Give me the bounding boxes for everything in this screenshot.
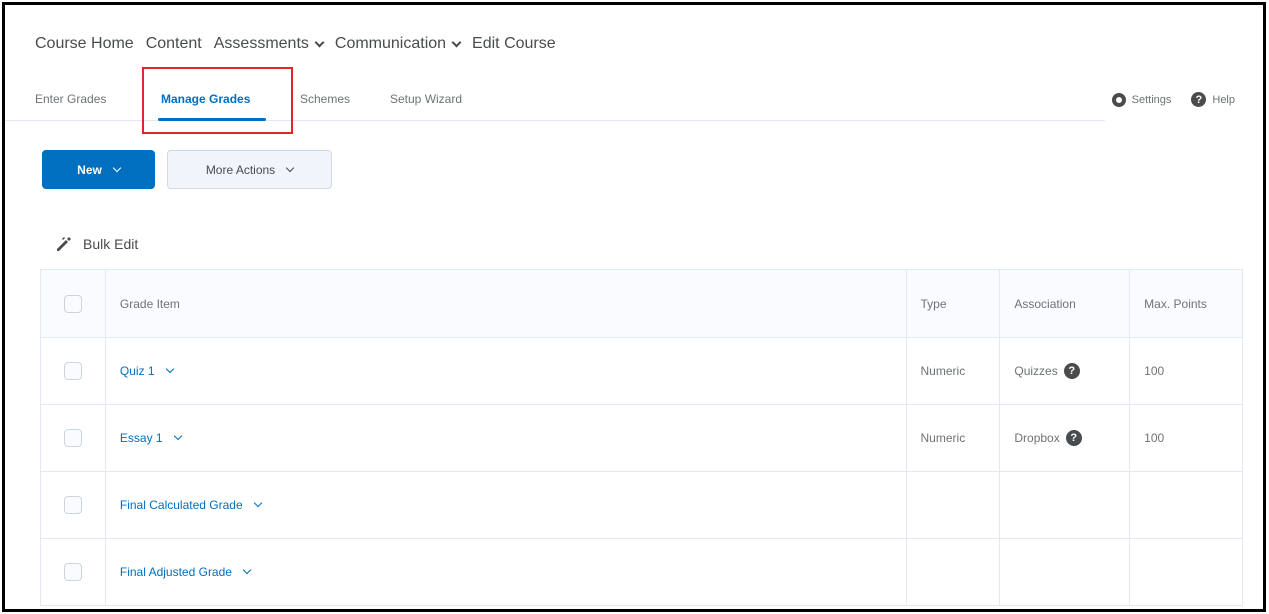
chevron-down-icon[interactable] (242, 565, 252, 575)
max-points-cell: 100 (1129, 338, 1242, 404)
association-cell (999, 539, 1129, 605)
header-association[interactable]: Association (999, 270, 1129, 337)
help-icon[interactable]: ? (1063, 363, 1080, 379)
table-row: Final Adjusted Grade (41, 538, 1242, 605)
table-row: Quiz 1 Numeric Quizzes? 100 (41, 337, 1242, 404)
nav-course-home-label: Course Home (35, 35, 134, 52)
grade-item-name: Quiz 1 (119, 364, 155, 378)
chevron-down-icon[interactable] (165, 364, 174, 374)
settings-button[interactable]: Settings (1111, 92, 1172, 107)
association-cell: Dropbox? (999, 405, 1129, 471)
type-cell (905, 539, 1000, 605)
association-label: Dropbox (1014, 431, 1060, 445)
type-cell (905, 472, 1000, 538)
header-tools: Settings ? Help (1111, 92, 1235, 107)
association-cell (999, 472, 1129, 538)
gear-icon (1111, 92, 1126, 107)
more-actions-button[interactable]: More Actions (167, 150, 332, 189)
grade-item-link[interactable]: Final Adjusted Grade (119, 565, 252, 579)
course-navbar: Course Home Content Assessments Communic… (35, 35, 568, 53)
table-row: Essay 1 Numeric Dropbox? 100 (41, 404, 1242, 471)
chevron-down-icon (285, 163, 295, 172)
association-cell: Quizzes? (999, 338, 1129, 404)
type-cell: Numeric (905, 405, 1000, 471)
help-button[interactable]: ? Help (1191, 92, 1235, 107)
screenshot-frame: Course Home Content Assessments Communic… (2, 2, 1266, 612)
grade-item-link[interactable]: Quiz 1 (119, 364, 174, 378)
highlight-annotation (142, 67, 293, 134)
select-all-cell (41, 270, 105, 337)
more-actions-label: More Actions (205, 162, 276, 177)
table-header-row: Grade Item Type Association Max. Points (41, 270, 1242, 337)
grade-item-link[interactable]: Essay 1 (119, 431, 182, 445)
max-points-cell (1129, 472, 1242, 538)
chevron-down-icon (314, 37, 325, 47)
help-label: Help (1212, 93, 1235, 106)
nav-edit-course[interactable]: Edit Course (472, 35, 556, 53)
row-checkbox-cell (41, 539, 105, 605)
chevron-down-icon (112, 163, 122, 172)
table-row: Final Calculated Grade (41, 471, 1242, 538)
grade-item-name: Final Adjusted Grade (119, 565, 232, 579)
help-icon[interactable]: ? (1065, 430, 1082, 446)
row-checkbox[interactable] (63, 362, 82, 380)
chevron-down-icon (451, 37, 462, 47)
grade-item-cell: Essay 1 (104, 405, 906, 471)
row-checkbox-cell (41, 405, 105, 471)
grade-item-cell: Final Calculated Grade (104, 472, 906, 538)
grade-items-table: Grade Item Type Association Max. Points … (40, 269, 1243, 606)
grade-item-name: Final Calculated Grade (119, 498, 243, 512)
nav-edit-course-label: Edit Course (472, 35, 556, 52)
row-checkbox[interactable] (63, 496, 82, 514)
nav-communication[interactable]: Communication (334, 35, 462, 53)
chevron-down-icon[interactable] (253, 498, 262, 508)
new-button[interactable]: New (42, 150, 155, 189)
header-type[interactable]: Type (905, 270, 1000, 337)
nav-course-home[interactable]: Course Home (35, 35, 134, 53)
grade-item-name: Essay 1 (119, 431, 163, 445)
grade-item-link[interactable]: Final Calculated Grade (119, 498, 262, 512)
nav-assessments-label: Assessments (213, 35, 309, 52)
nav-content-label: Content (145, 35, 202, 52)
new-button-label: New (77, 162, 102, 177)
tab-enter-grades[interactable]: Enter Grades (35, 92, 106, 106)
tab-schemes[interactable]: Schemes (300, 92, 350, 106)
grade-item-cell: Final Adjusted Grade (104, 539, 906, 605)
pencil-icon (57, 237, 71, 251)
bulk-edit-label: Bulk Edit (83, 236, 139, 252)
row-checkbox-cell (41, 338, 105, 404)
settings-label: Settings (1131, 93, 1172, 106)
max-points-cell (1129, 539, 1242, 605)
header-grade-item[interactable]: Grade Item (104, 270, 906, 337)
select-all-checkbox[interactable] (63, 294, 82, 313)
nav-assessments[interactable]: Assessments (213, 35, 325, 53)
association-label: Quizzes (1014, 364, 1058, 378)
nav-content[interactable]: Content (146, 35, 202, 53)
header-max-points[interactable]: Max. Points (1129, 270, 1242, 337)
chevron-down-icon[interactable] (173, 431, 182, 441)
row-checkbox[interactable] (63, 563, 82, 581)
grade-item-cell: Quiz 1 (104, 338, 906, 404)
row-checkbox-cell (41, 472, 105, 538)
row-checkbox[interactable] (63, 429, 82, 447)
type-cell: Numeric (905, 338, 1000, 404)
tab-setup-wizard[interactable]: Setup Wizard (390, 92, 462, 106)
max-points-cell: 100 (1129, 405, 1242, 471)
nav-communication-label: Communication (334, 35, 447, 52)
bulk-edit-button[interactable]: Bulk Edit (55, 235, 138, 253)
help-icon: ? (1191, 92, 1207, 107)
